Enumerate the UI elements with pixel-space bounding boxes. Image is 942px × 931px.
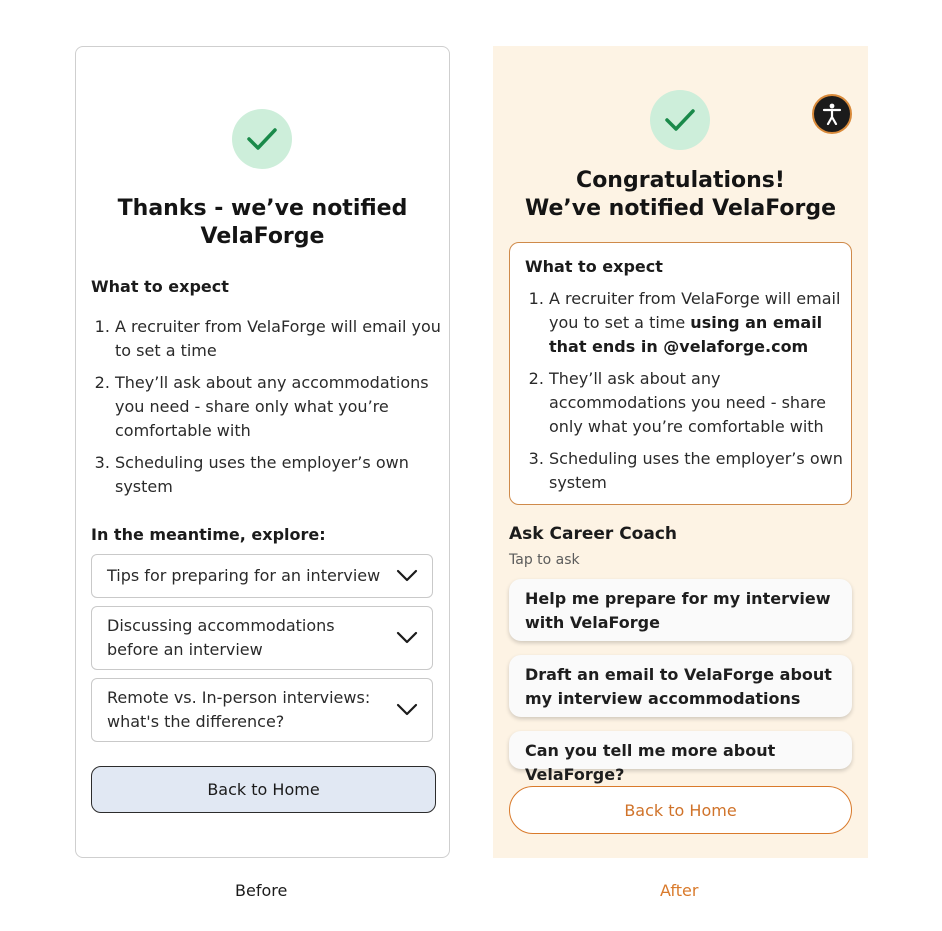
what-to-expect-heading: What to expect (91, 277, 229, 296)
page-title: Thanks - we’ve notified VelaForge (117, 196, 408, 249)
accessibility-icon (822, 103, 842, 125)
chevron-down-icon (396, 703, 418, 716)
expect-steps-list: A recruiter from VelaForge will email yo… (91, 315, 460, 507)
chevron-down-icon (396, 631, 418, 644)
list-item: Scheduling uses the employer’s own syste… (549, 447, 854, 495)
explore-heading: In the meantime, explore: (91, 525, 326, 544)
suggestion-chip-about-company[interactable]: Can you tell me more about VelaForge? (509, 731, 852, 784)
page-title: Congratulations! We’ve notified VelaForg… (524, 168, 837, 221)
after-screen: Congratulations! We’ve notified VelaForg… (493, 46, 868, 858)
accordion-label: Discussing accommodations before an inte… (107, 616, 335, 659)
list-item: They’ll ask about any accommodations you… (549, 367, 854, 439)
career-coach-hint: Tap to ask (509, 552, 580, 568)
chevron-down-icon (396, 569, 418, 582)
accordion-accommodations[interactable]: Discussing accommodations before an inte… (91, 606, 433, 670)
before-screen: Thanks - we’ve notified VelaForge What t… (75, 46, 450, 858)
expect-steps-list: A recruiter from VelaForge will email yo… (525, 287, 854, 503)
accordion-label: Remote vs. In-person interviews: what's … (107, 688, 371, 731)
check-icon (650, 90, 710, 150)
accordion-interview-tips[interactable]: Tips for preparing for an interview (91, 554, 433, 598)
list-item: They’ll ask about any accommodations you… (115, 371, 460, 443)
suggestion-chip-prepare[interactable]: Help me prepare for my interview with Ve… (509, 579, 852, 641)
back-to-home-button[interactable]: Back to Home (509, 786, 852, 834)
what-to-expect-heading: What to expect (525, 257, 663, 276)
list-item: A recruiter from VelaForge will email yo… (115, 315, 460, 363)
list-item: Scheduling uses the employer’s own syste… (115, 451, 460, 499)
check-icon (232, 109, 292, 169)
accordion-label: Tips for preparing for an interview (107, 566, 381, 585)
back-to-home-button[interactable]: Back to Home (91, 766, 436, 813)
before-caption: Before (235, 881, 288, 900)
accordion-remote-vs-inperson[interactable]: Remote vs. In-person interviews: what's … (91, 678, 433, 742)
list-item: A recruiter from VelaForge will email yo… (549, 287, 854, 359)
suggestion-chip-draft-email[interactable]: Draft an email to VelaForge about my int… (509, 655, 852, 717)
after-caption: After (660, 881, 699, 900)
accessibility-button[interactable] (812, 94, 852, 134)
career-coach-heading: Ask Career Coach (509, 524, 677, 544)
what-to-expect-card: What to expect A recruiter from VelaForg… (509, 242, 852, 505)
